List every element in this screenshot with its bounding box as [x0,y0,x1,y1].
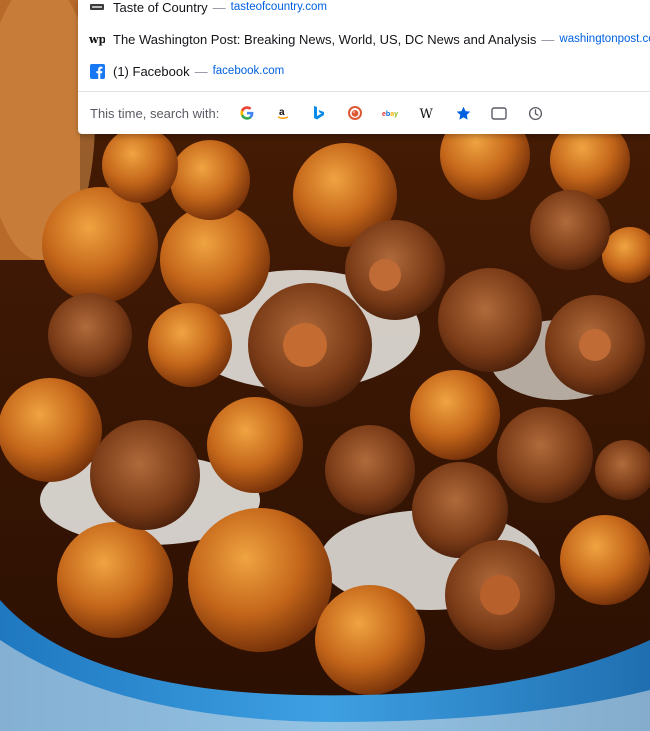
suggestion-url: tasteofcountry.com [230,1,327,13]
wikipedia-icon[interactable]: W [413,99,441,127]
suggestion-row-washington-post[interactable]: wp The Washington Post: Breaking News, W… [78,25,650,53]
svg-text:a: a [279,107,285,118]
divider [78,91,650,92]
bing-icon[interactable] [305,99,333,127]
suggestion-title: Taste of Country [113,0,208,15]
duckduckgo-icon[interactable] [341,99,369,127]
ebay-icon[interactable]: ebay [377,99,405,127]
suggestion-separator: — [212,0,226,15]
svg-text:ebay: ebay [382,111,398,118]
suggestion-separator: — [541,31,555,47]
one-off-search-bar: This time, search with: a ebay W [78,94,650,132]
suggestion-title: (1) Facebook [113,63,190,79]
svg-text:wp: wp [89,33,105,46]
suggestion-separator: — [194,63,208,79]
washington-post-icon: wp [89,31,105,47]
taste-of-country-icon [89,0,105,15]
search-with-label: This time, search with: [90,105,220,121]
amazon-icon[interactable]: a [269,99,297,127]
google-icon[interactable] [233,99,261,127]
facebook-icon [89,63,105,79]
star-icon[interactable] [449,99,477,127]
suggestion-row-taste-of-country[interactable]: Taste of Country — tasteofcountry.com [78,0,650,21]
clock-icon[interactable] [521,99,549,127]
suggestion-url: facebook.com [212,65,285,77]
suggestion-title: The Washington Post: Breaking News, Worl… [113,31,537,47]
suggestion-url: washingtonpost.com [559,33,650,45]
suggestion-row-facebook[interactable]: (1) Facebook — facebook.com [78,57,650,85]
urlbar-suggestions-panel: Taste of Country — tasteofcountry.com wp… [78,0,650,134]
svg-text:W: W [420,107,434,120]
tab-icon[interactable] [485,99,513,127]
